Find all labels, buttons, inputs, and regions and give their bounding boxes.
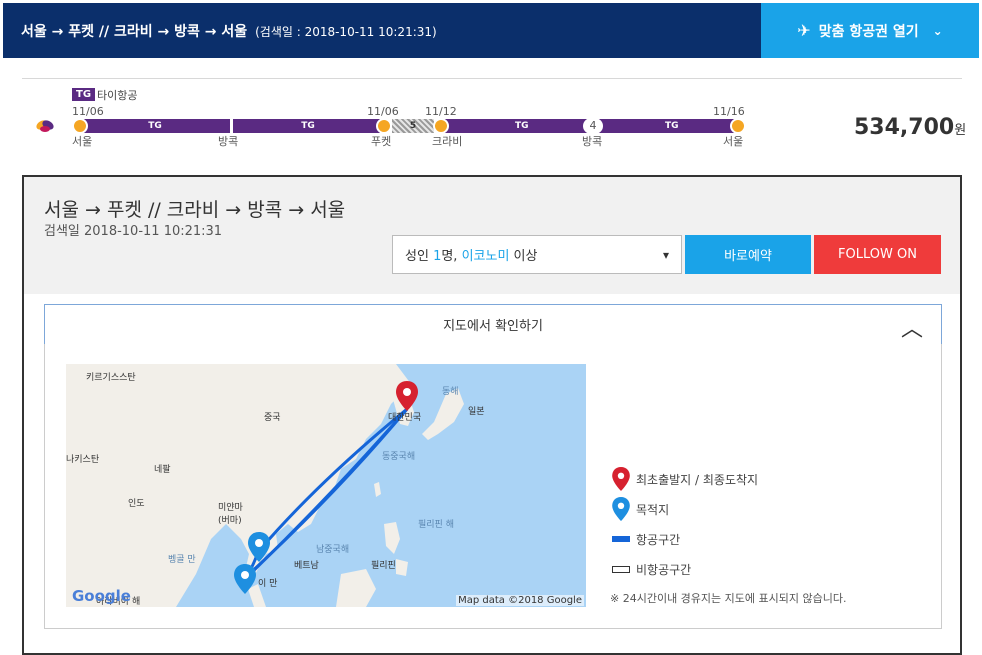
map-label: 이 만: [258, 579, 278, 589]
map-label: 동중국해: [382, 452, 416, 462]
google-logo: Google: [72, 587, 131, 605]
leg1-via-city: 방콕: [218, 135, 239, 148]
detail-card-header: 서울 → 푸켓 // 크라비 → 방콕 → 서울 검색일 2018-10-11 …: [24, 177, 960, 294]
leg2-arrival-stop-icon: [730, 118, 746, 134]
leg2-via-city: 방콕: [582, 135, 603, 148]
legend-non-flight: 비항공구간: [610, 554, 846, 584]
legend-origin-label: 최초출발지 / 최종도착지: [636, 472, 759, 487]
map-label: 남중국해: [316, 545, 350, 555]
passenger-cabin-value: 성인 1명, 이코노미 이상: [405, 245, 537, 264]
legend-flight-label: 항공구간: [636, 532, 681, 547]
fare-currency: 원: [954, 123, 967, 138]
legend-origin: 최초출발지 / 최종도착지: [610, 464, 846, 494]
fare-price: 534,700원: [854, 115, 966, 140]
ground-gap-segment: 5: [392, 119, 434, 133]
open-custom-ticket-label: 맞춤 항공권 열기: [818, 23, 919, 40]
pax-cabin: 이코노미: [461, 249, 510, 264]
top-header-bar: 서울 → 푸켓 // 크라비 → 방콕 → 서울 (검색일 : 2018-10-1…: [3, 3, 979, 58]
leg1-origin-stop-icon: [72, 118, 88, 134]
map-label: 나키스탄: [66, 455, 100, 465]
legend-destination-label: 목적지: [636, 502, 670, 517]
leg1-dep-date: 11/06: [72, 105, 104, 118]
leg1-arr-city: 푸켓: [371, 135, 392, 148]
pax-prefix: 성인: [405, 249, 434, 264]
leg2-origin-stop-icon: [433, 118, 449, 134]
map-label: 필리핀 해: [418, 520, 454, 530]
airplane-icon: ✈: [797, 21, 811, 40]
leg2-arr-date: 11/16: [713, 105, 745, 118]
leg2-segment-1-code: TG: [515, 121, 529, 131]
map-label: 일본: [468, 407, 485, 417]
leg1-dep-city: 서울: [72, 135, 93, 148]
map-label: 동해: [442, 387, 459, 397]
header-search-date: (검색일 : 2018-10-11 10:21:31): [255, 25, 437, 39]
leg2-arr-city: 서울: [723, 135, 744, 148]
chevron-down-icon: ▾: [662, 247, 669, 262]
map-label: 중국: [264, 413, 281, 423]
legend-destination: 목적지: [610, 494, 846, 524]
map-label: 키르기스스탄: [86, 373, 136, 383]
open-custom-ticket-button[interactable]: ✈ 맞춤 항공권 열기 ⌄: [761, 3, 979, 58]
detail-route-title: 서울 → 푸켓 // 크라비 → 방콕 → 서울: [44, 199, 346, 221]
map-toggle-header[interactable]: 지도에서 확인하기 ︿: [44, 304, 942, 345]
destination-marker-icon: [610, 497, 632, 521]
chevron-up-icon[interactable]: ︿: [901, 311, 923, 343]
book-now-button[interactable]: 바로예약: [685, 235, 811, 274]
airline-name: 타이항공: [97, 89, 138, 102]
detail-search-date: 검색일 2018-10-11 10:21:31: [44, 224, 223, 239]
fare-price-value: 534,700: [854, 115, 955, 140]
leg2-segment-2-code: TG: [665, 121, 679, 131]
map-attribution: Map data ©2018 Google: [456, 595, 584, 606]
legend-flight: 항공구간: [610, 524, 846, 554]
map-toggle-label: 지도에서 확인하기: [443, 319, 543, 334]
passenger-cabin-select[interactable]: 성인 1명, 이코노미 이상 ▾: [392, 235, 682, 274]
flight-segment-icon: [610, 536, 632, 542]
route-map[interactable]: 키르기스스탄 중국 대한민국 동해 일본 나키스탄 네팔 동중국해 인도 미얀마…: [66, 364, 586, 607]
map-label: 네팔: [154, 465, 171, 475]
leg1-arr-date: 11/06: [367, 105, 399, 118]
divider: [22, 78, 962, 79]
destination-marker-icon[interactable]: [234, 564, 256, 594]
legend-non-flight-label: 비항공구간: [636, 562, 692, 577]
origin-marker-icon: [610, 467, 632, 491]
leg1-arrival-stop-icon: [376, 118, 392, 134]
header-route: 서울 → 푸켓 // 크라비 → 방콕 → 서울 (검색일 : 2018-10-1…: [21, 21, 437, 41]
map-label: 벵골 만: [168, 555, 196, 565]
leg1-segment-1: TG: [80, 119, 230, 133]
leg2-dep-date: 11/12: [425, 105, 457, 118]
map-label: 대한민국: [388, 413, 422, 423]
chevron-down-icon: ⌄: [932, 23, 943, 38]
map-label: 베트남: [294, 561, 319, 571]
origin-marker-icon[interactable]: [396, 381, 418, 411]
airline-code-badge: TG: [72, 88, 96, 101]
map-label: 미얀마 (버마): [218, 503, 243, 526]
destination-marker-icon[interactable]: [248, 532, 270, 562]
legend-note: ※ 24시간이내 경유지는 지도에 표시되지 않습니다.: [610, 592, 847, 605]
gap-days: 5: [409, 121, 417, 131]
follow-on-button[interactable]: FOLLOW ON: [814, 235, 941, 274]
ground-segment-icon: [610, 565, 632, 573]
itinerary-detail-card: 서울 → 푸켓 // 크라비 → 방콕 → 서울 검색일 2018-10-11 …: [22, 175, 962, 655]
leg2-stop-count: 4: [583, 118, 603, 134]
pax-unit: 명,: [441, 249, 462, 264]
map-legend: 최초출발지 / 최종도착지 목적지 항공구간 비항공구간 ※ 24시간이내 경유…: [610, 464, 846, 606]
map-land-shapes: [66, 364, 464, 607]
header-route-text: 서울 → 푸켓 // 크라비 → 방콕 → 서울: [21, 24, 248, 40]
pax-suffix: 이상: [509, 249, 538, 264]
leg2-dep-city: 크라비: [432, 135, 463, 148]
map-panel: 키르기스스탄 중국 대한민국 동해 일본 나키스탄 네팔 동중국해 인도 미얀마…: [44, 344, 942, 629]
leg1-segment-2: TG: [233, 119, 383, 133]
map-label: 인도: [128, 499, 145, 509]
map-label: 필리핀: [371, 561, 396, 571]
thai-airways-logo-icon: [36, 120, 54, 132]
